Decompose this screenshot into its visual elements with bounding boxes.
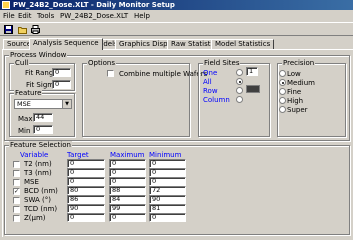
precision-medium-radio[interactable] [279,79,286,86]
field-sites-all-label: All [203,78,212,86]
row-target-input[interactable]: 80 [67,186,105,195]
row-variable: TCD (nm) [24,205,58,213]
row-minimum-input[interactable]: 0 [149,177,186,186]
row-minimum-input[interactable]: 90 [149,195,186,204]
field-sites-all-radio[interactable] [236,78,243,85]
row-target-input[interactable]: 0 [67,159,105,168]
field-sites-one-radio[interactable] [236,69,243,76]
precision-super-radio[interactable] [279,106,286,113]
window-title: PW_24B2_Dose.XLT - Daily Monitor Setup [13,1,175,9]
row-minimum-input[interactable]: 0 [149,159,186,168]
row-minimum-input[interactable]: 0 [149,213,186,222]
field-sites-one-input[interactable]: 1 [246,67,258,76]
feature-max-input[interactable]: 44 [33,113,53,122]
row-maximum-input[interactable]: 88 [109,186,146,195]
row-target-input[interactable]: 0 [67,213,105,222]
precision-medium-label: Medium [287,79,315,87]
precision-high-radio[interactable] [279,97,286,104]
menu-file[interactable]: File [3,11,15,21]
header-minimum: Minimum [149,151,182,159]
cull-title: Cull [14,59,30,67]
menu-bar: File Edit Tools PW_24B2_Dose.XLT Help [0,11,353,21]
menu-tools[interactable]: Tools [37,11,54,21]
menu-help[interactable]: Help [134,11,150,21]
feature-select[interactable]: MSE ▼ [14,99,72,109]
row-checkbox[interactable]: ✓ [13,188,20,195]
options-title: Options [87,59,117,67]
combine-wafers-label: Combine multiple Wafers [119,70,208,78]
row-target-input[interactable]: 0 [67,168,105,177]
field-sites-one-label: One [203,69,218,77]
field-sites-row-label: Row [203,87,218,95]
row-checkbox[interactable] [13,161,20,168]
print-icon[interactable] [30,24,41,35]
chevron-down-icon[interactable]: ▼ [62,100,71,108]
row-maximum-input[interactable]: 0 [109,159,146,168]
menu-edit[interactable]: Edit [18,11,32,21]
row-maximum-input[interactable]: 99 [109,204,146,213]
header-variable: Variable [20,151,49,159]
field-sites-row-radio[interactable] [236,87,243,94]
field-sites-column-label: Column [203,96,230,104]
precision-fine-label: Fine [287,88,302,96]
menu-template[interactable]: PW_24B2_Dose.XLT [60,11,128,21]
row-target-input[interactable]: 90 [67,204,105,213]
toolbar [0,22,353,36]
row-checkbox[interactable] [13,170,20,177]
process-window-title: Process Window [9,51,68,59]
row-variable: MSE [24,178,39,186]
row-minimum-input[interactable]: 0 [149,168,186,177]
row-checkbox[interactable] [13,197,20,204]
save-icon[interactable] [3,24,14,35]
field-sites-column-radio[interactable] [236,96,243,103]
fit-range-input[interactable]: 0 [52,68,71,77]
precision-title: Precision [282,59,316,67]
row-variable: SWA (°) [24,196,51,204]
precision-low-radio[interactable] [279,70,286,77]
row-checkbox[interactable] [13,206,20,213]
feature-title: Feature [14,89,43,97]
row-target-input[interactable]: 86 [67,195,105,204]
title-bar: PW_24B2_Dose.XLT - Daily Monitor Setup [0,0,353,10]
tab-model-statistics[interactable]: Model Statistics [211,39,275,49]
row-checkbox[interactable] [13,179,20,186]
precision-low-label: Low [287,70,301,78]
row-maximum-input[interactable]: 84 [109,195,146,204]
row-maximum-input[interactable]: 0 [109,177,146,186]
combine-wafers-checkbox[interactable] [107,70,114,77]
row-variable: BCD (nm) [24,187,58,195]
row-minimum-input[interactable]: 81 [149,204,186,213]
header-maximum: Maximum [110,151,145,159]
row-maximum-input[interactable]: 0 [109,168,146,177]
feature-min-input[interactable]: 0 [33,125,53,134]
row-target-input[interactable]: 0 [67,177,105,186]
row-variable: T3 (nm) [24,169,52,177]
field-sites-color-swatch[interactable] [246,85,260,93]
feature-max-label: Max [18,115,33,123]
app-icon [2,1,10,9]
feature-min-label: Min [18,127,31,135]
precision-high-label: High [287,97,304,105]
open-folder-icon[interactable] [17,24,28,35]
row-minimum-input[interactable]: 72 [149,186,186,195]
row-variable: T2 (nm) [24,160,52,168]
row-maximum-input[interactable]: 0 [109,213,146,222]
header-target: Target [67,151,89,159]
tab-strip: Source Analysis Sequence Models Graphics… [0,38,353,50]
row-checkbox[interactable] [13,215,20,222]
field-sites-title: Field Sites [203,59,241,67]
fit-sigma-input[interactable]: 0 [52,80,71,89]
precision-fine-radio[interactable] [279,88,286,95]
row-variable: Z(µm) [24,214,46,222]
precision-super-label: Super [287,106,308,114]
tab-analysis-sequence[interactable]: Analysis Sequence [29,38,103,50]
feature-select-value: MSE [17,100,31,108]
feature-selection-title: Feature Selection [9,141,72,149]
